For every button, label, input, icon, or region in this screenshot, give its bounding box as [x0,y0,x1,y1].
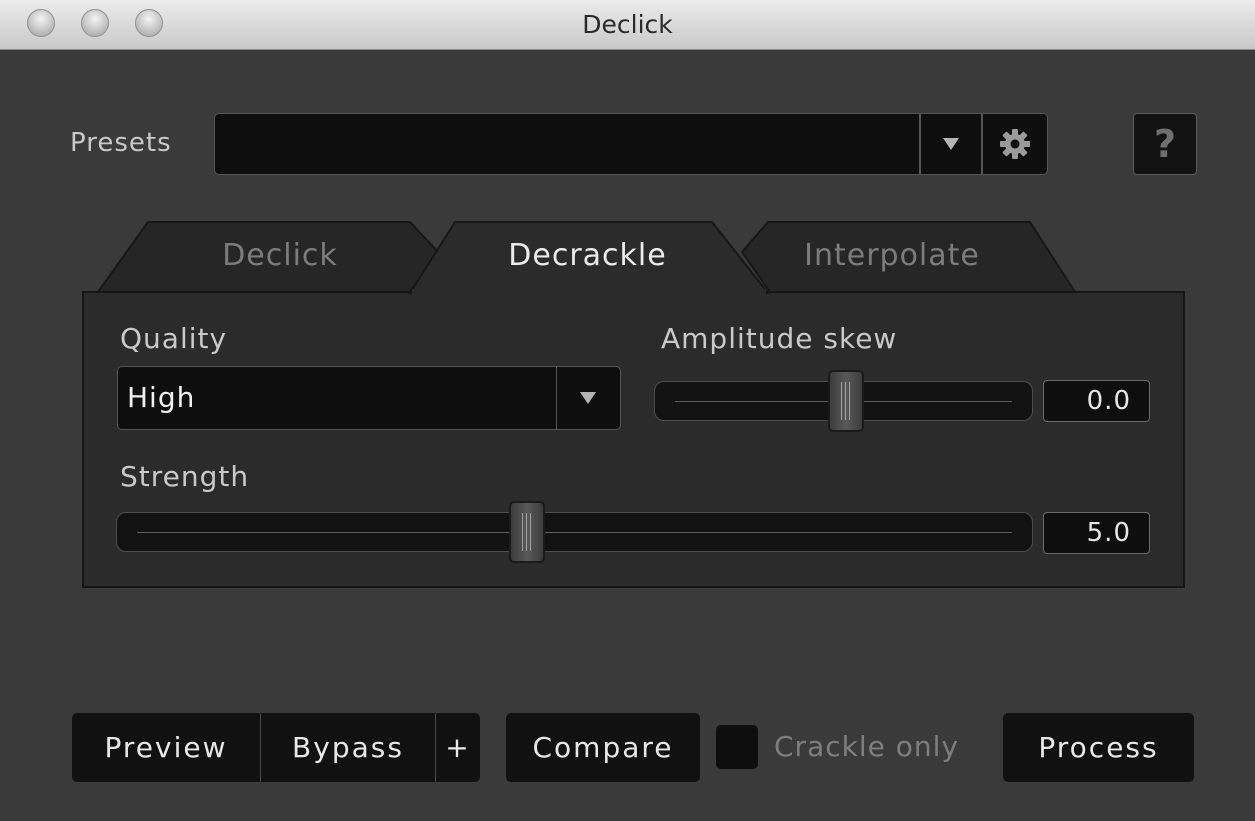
grip-line [849,382,850,420]
crackle-only-checkbox[interactable] [716,725,758,769]
preview-button[interactable]: Preview [72,713,260,782]
amplitude-skew-value[interactable]: 0.0 [1043,380,1150,422]
plus-button[interactable]: + [436,713,480,782]
grip-line [530,513,531,551]
quality-select[interactable]: High [117,366,621,430]
chevron-down-icon [580,392,596,404]
bypass-button[interactable]: Bypass [261,713,435,782]
process-button[interactable]: Process [1003,713,1194,782]
quality-value: High [127,381,196,414]
grip-line [522,513,523,551]
grip-line [845,382,846,420]
quality-label: Quality [120,322,228,355]
amplitude-skew-label: Amplitude skew [661,322,898,355]
strength-slider-thumb[interactable] [509,501,545,563]
tab-decrackle[interactable]: Decrackle [480,238,695,273]
declick-window: Declick Presets ? Declick Decrackle Inte… [0,0,1255,821]
grip-line [526,513,527,551]
grip-line [841,382,842,420]
strength-label: Strength [120,460,250,493]
amplitude-skew-slider-thumb[interactable] [828,370,864,432]
crackle-only-label[interactable]: Crackle only [774,730,959,763]
strength-value[interactable]: 5.0 [1043,512,1150,554]
strength-slider-line [137,532,1012,533]
quality-select-divider [556,367,557,429]
tab-declick[interactable]: Declick [190,238,370,273]
tab-panel-frame [82,221,1185,588]
compare-button[interactable]: Compare [506,713,700,782]
tab-interpolate[interactable]: Interpolate [782,238,1002,273]
strength-slider[interactable] [116,512,1033,552]
